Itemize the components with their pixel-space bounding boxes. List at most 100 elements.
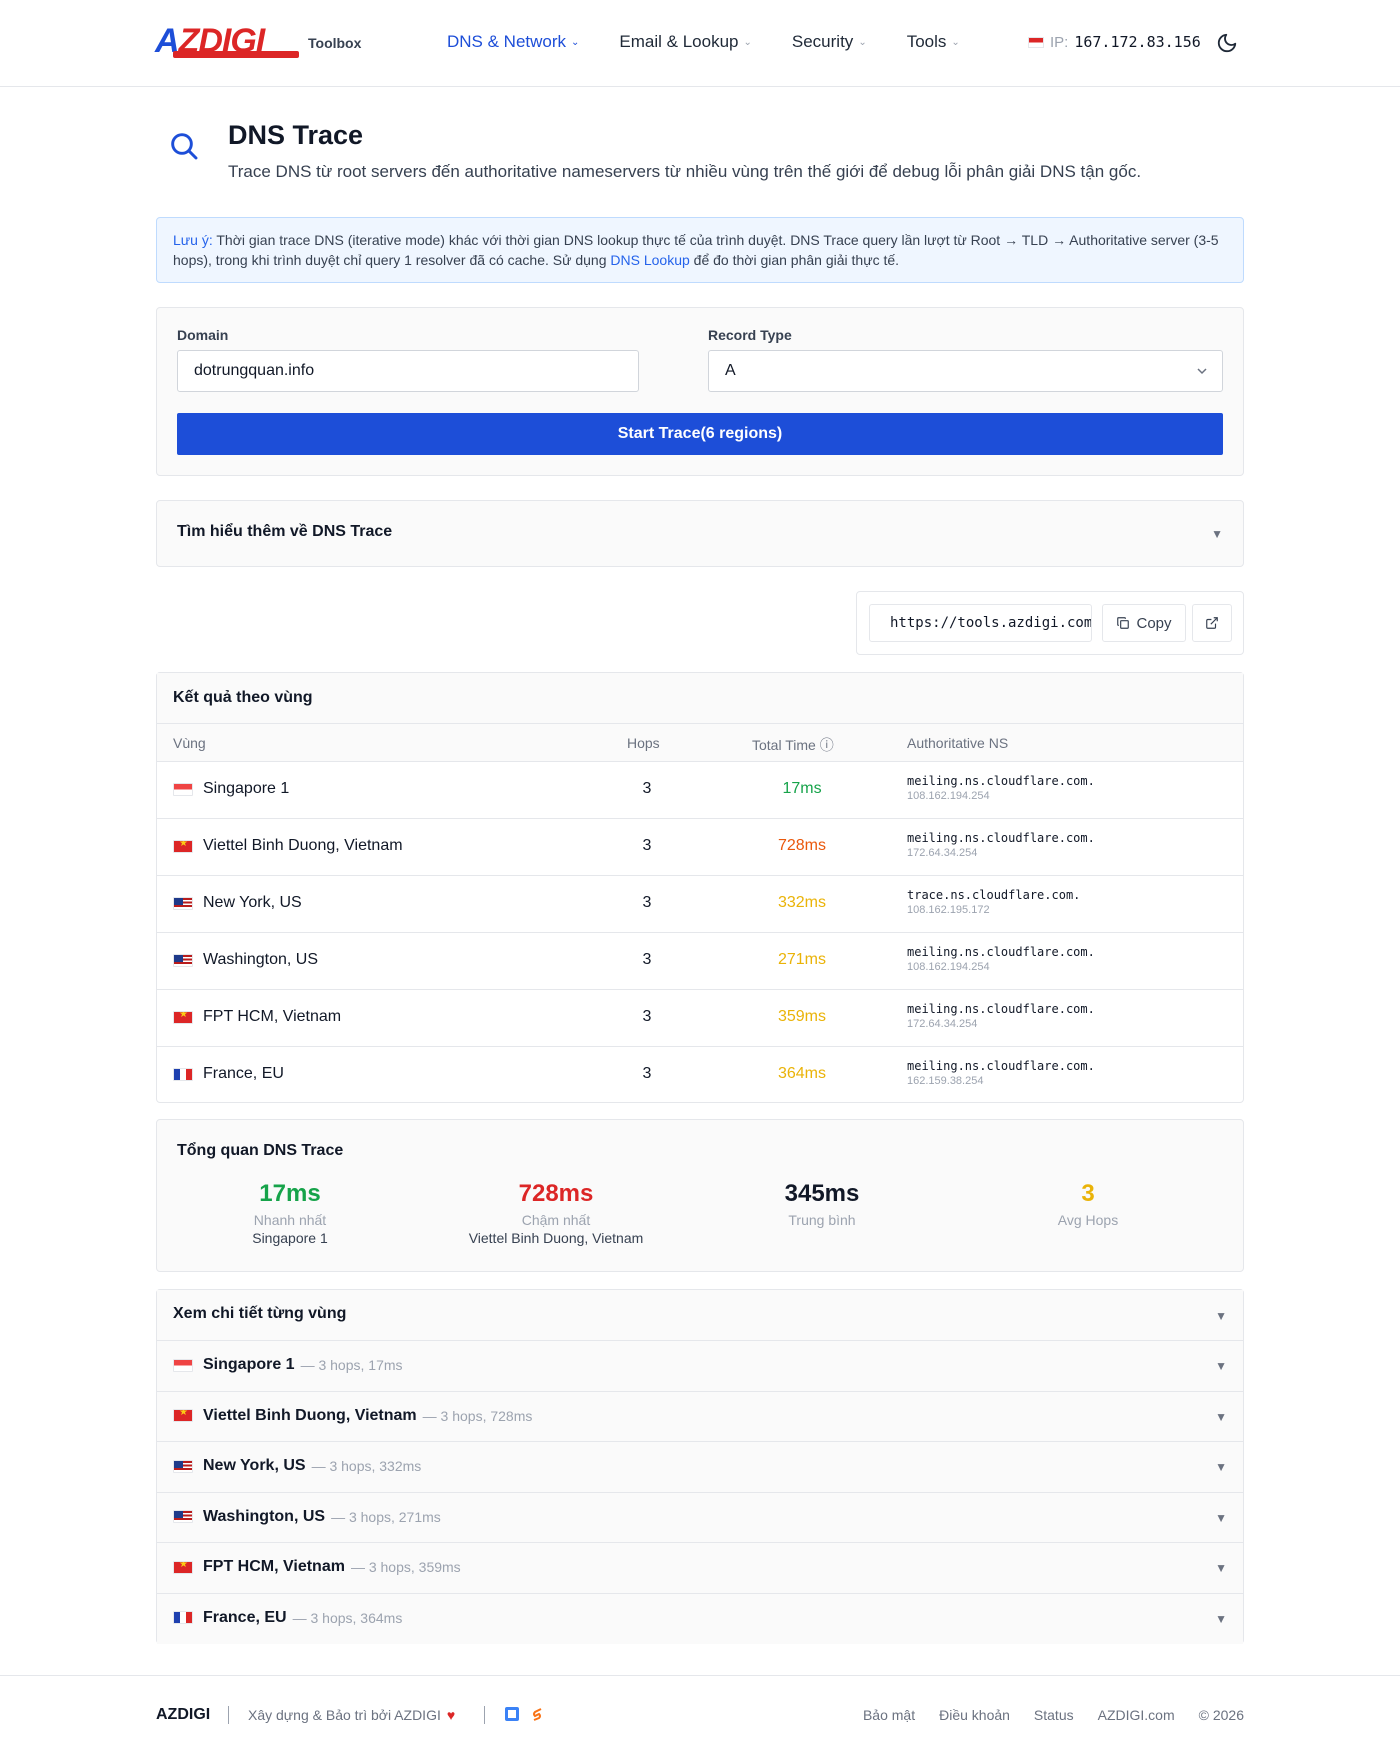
nav-email-lookup[interactable]: Email & Lookup ⌄ [619, 32, 751, 52]
ns-cell: trace.ns.cloudflare.com. [907, 888, 1081, 902]
footer-link-azdigi[interactable]: AZDIGI.com [1098, 1707, 1175, 1723]
hops-cell: 3 [642, 951, 652, 968]
share-url-field[interactable]: https://tools.azdigi.com/dns-trace [869, 604, 1092, 642]
fr-flag-icon [173, 1611, 193, 1624]
footer-brand: AZDIGI [156, 1706, 211, 1723]
heart-icon: ♥ [446, 1707, 456, 1723]
stat-average: 345ms Trung bình [689, 1180, 955, 1228]
copy-icon [1117, 617, 1130, 629]
hops-cell: 3 [642, 1008, 652, 1025]
detail-row[interactable]: France, EU — 3 hops, 364ms ▼ [157, 1593, 1243, 1644]
region-cell: New York, US [173, 894, 302, 912]
chevron-down-icon [1197, 368, 1207, 375]
table-row: Singapore 1 3 17ms meiling.ns.cloudflare.co… [157, 762, 1243, 819]
timing-notice: Lưu ý: Thời gian trace DNS (iterative mo… [156, 217, 1244, 283]
hops-cell: 3 [642, 1065, 652, 1082]
region-cell: Washington, US [173, 951, 318, 969]
footer-links: Bảo mật Điều khoản Status AZDIGI.com © 2… [863, 1707, 1244, 1723]
slowest-label: Chậm nhất [521, 1212, 591, 1228]
detail-meta: — 3 hops, 332ms [311, 1458, 422, 1474]
detail-meta: — 3 hops, 728ms [422, 1407, 533, 1424]
time-cell: 17ms [782, 780, 822, 797]
average-label: Trung bình [788, 1212, 856, 1228]
search-icon [171, 133, 198, 160]
details-header[interactable]: Xem chi tiết từng vùng ▼ [157, 1290, 1243, 1341]
footer-link-terms[interactable]: Điều khoản [939, 1707, 1010, 1723]
learn-more-label: Tìm hiểu thêm về DNS Trace [177, 523, 393, 540]
summary-title: Tổng quan DNS Trace [177, 1142, 344, 1159]
detail-row[interactable]: Washington, US — 3 hops, 271ms ▼ [157, 1492, 1243, 1543]
main-nav: DNS & Network ⌄ Email & Lookup ⌄ Security ⌄… [447, 32, 960, 52]
ns-ip-cell: 162.159.38.254 [907, 1075, 984, 1087]
detail-region: Viettel Binh Duong, Vietnam [203, 1406, 417, 1424]
stat-fastest: 17ms Nhanh nhất Singapore 1 [157, 1180, 423, 1246]
stat-avg-hops: 3 Avg Hops [955, 1180, 1221, 1228]
results-table: Kết quả theo vùng Vùng Hops Total Time ⓘ… [156, 672, 1244, 1103]
us-flag-icon [173, 953, 193, 967]
ns-cell: meiling.ns.cloudflare.com. [907, 774, 1095, 788]
caret-down-icon: ▼ [1215, 1561, 1227, 1575]
detail-meta: — 3 hops, 359ms [350, 1559, 461, 1575]
vn-flag-icon [173, 1409, 193, 1422]
detail-row[interactable]: Singapore 1 — 3 hops, 17ms ▼ [157, 1341, 1243, 1392]
detail-row[interactable]: Viettel Binh Duong, Vietnam — 3 hops, 728… [157, 1391, 1243, 1442]
nav-dns-network[interactable]: DNS & Network ⌄ [447, 32, 579, 52]
dark-mode-moon-icon[interactable] [1216, 32, 1238, 54]
toolbox-label: Toolbox [308, 35, 362, 51]
fr-flag-icon [173, 1067, 193, 1081]
table-header: Vùng Hops Total Time ⓘ Authoritative NS [157, 724, 1243, 762]
hops-cell: 3 [642, 837, 652, 854]
sg-flag-icon [173, 1358, 193, 1372]
results-title: Kết quả theo vùng [157, 673, 1243, 724]
detail-meta: — 3 hops, 17ms [300, 1357, 403, 1373]
copy-button[interactable]: Copy [1102, 604, 1186, 642]
footer-link-status[interactable]: Status [1034, 1707, 1074, 1723]
fastest-label: Nhanh nhất [253, 1212, 327, 1228]
footer-link-privacy[interactable]: Bảo mật [863, 1707, 915, 1723]
footer-divider [228, 1706, 229, 1724]
chevron-down-icon: ⌄ [743, 36, 752, 48]
footer-built-by: Xây dựng & Bảo trì bởi AZDIGI ♥ [248, 1707, 456, 1723]
chevron-down-icon: ⌄ [858, 36, 867, 48]
caret-down-icon: ▼ [1215, 1359, 1227, 1373]
app-icon[interactable] [504, 1706, 520, 1722]
time-cell: 332ms [777, 894, 827, 911]
nav-security[interactable]: Security ⌄ [792, 32, 867, 52]
open-external-button[interactable] [1192, 604, 1232, 642]
time-cell: 364ms [777, 1065, 827, 1082]
details-title: Xem chi tiết từng vùng [173, 1305, 347, 1322]
ns-cell: meiling.ns.cloudflare.com. [907, 831, 1095, 845]
start-trace-button[interactable]: Start Trace(6 regions) [177, 413, 1223, 455]
svelte-icon[interactable] [530, 1706, 546, 1722]
detail-region: France, EU [203, 1608, 287, 1626]
azdigi-logo[interactable]: AZDIGI [155, 22, 301, 60]
region-cell: France, EU [173, 1065, 284, 1083]
chevron-down-icon: ⌄ [951, 36, 960, 48]
results-body: Singapore 1 3 17ms meiling.ns.cloudflare.co… [157, 762, 1243, 1104]
details-body: Singapore 1— 3 hops, 17ms▼Viettel Binh D… [157, 1341, 1243, 1644]
footer: AZDIGI Xây dựng & Bảo trì bởi AZDIGI ♥ B… [0, 1675, 1400, 1750]
region-cell: FPT HCM, Vietnam [173, 1008, 341, 1026]
detail-region: New York, US [203, 1457, 306, 1474]
caret-down-icon: ▼ [1215, 1460, 1227, 1474]
detail-row[interactable]: FPT HCM, Vietnam — 3 hops, 359ms ▼ [157, 1543, 1243, 1594]
vn-flag-icon [173, 839, 193, 853]
nav-tools[interactable]: Tools ⌄ [907, 32, 960, 52]
record-type-select[interactable]: A [708, 350, 1223, 392]
detail-region: FPT HCM, Vietnam [203, 1558, 345, 1575]
us-flag-icon [173, 1510, 193, 1523]
table-row: France, EU 3 364ms meiling.ns.cloudflare.co… [157, 1047, 1243, 1104]
detail-region: Washington, US [203, 1507, 326, 1525]
domain-input[interactable]: dotrungquan.info [177, 350, 639, 392]
ns-ip-cell: 108.162.194.254 [907, 790, 990, 802]
ns-cell: meiling.ns.cloudflare.com. [907, 1059, 1095, 1073]
caret-down-icon: ▼ [1215, 1510, 1227, 1525]
us-flag-icon [173, 1459, 193, 1473]
footer-icons [504, 1706, 546, 1722]
col-region: Vùng [173, 735, 206, 751]
dns-lookup-link[interactable]: DNS Lookup [610, 252, 689, 268]
fastest-region: Singapore 1 [252, 1230, 328, 1246]
detail-row[interactable]: New York, US — 3 hops, 332ms ▼ [157, 1442, 1243, 1493]
ns-ip-cell: 108.162.194.254 [907, 961, 990, 973]
learn-more-accordion[interactable]: Tìm hiểu thêm về DNS Trace ▼ [156, 500, 1244, 567]
